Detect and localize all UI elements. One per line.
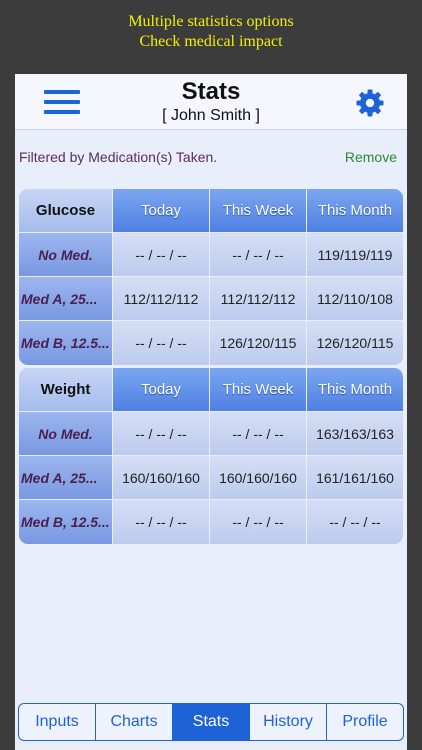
row-label: No Med.: [19, 412, 113, 455]
glucose-stats-table: Glucose Today This Week This Month No Me…: [19, 189, 403, 365]
table-cell: -- / -- / --: [113, 412, 210, 455]
remove-filter-button[interactable]: Remove: [345, 149, 397, 165]
table-cell: -- / -- / --: [210, 233, 307, 276]
table-cell: 112/112/112: [210, 277, 307, 320]
table-cell: 119/119/119: [307, 233, 403, 276]
table-header-row: Glucose Today This Week This Month: [19, 189, 403, 233]
table-row: Med A, 25... 160/160/160 160/160/160 161…: [19, 456, 403, 500]
column-header-today: Today: [113, 189, 210, 232]
column-header-this-month: This Month: [307, 368, 403, 411]
promo-line-1: Multiple statistics options: [128, 13, 294, 30]
table-cell: 160/160/160: [210, 456, 307, 499]
table-cell: -- / -- / --: [113, 500, 210, 544]
user-name: [ John Smith ]: [162, 107, 260, 124]
table-cell: -- / -- / --: [210, 500, 307, 544]
table-row: No Med. -- / -- / -- -- / -- / -- 163/16…: [19, 412, 403, 456]
column-header-today: Today: [113, 368, 210, 411]
table-cell: 126/120/115: [307, 321, 403, 365]
table-row: Med A, 25... 112/112/112 112/112/112 112…: [19, 277, 403, 321]
gear-icon[interactable]: [355, 88, 385, 118]
column-header-this-week: This Week: [210, 189, 307, 232]
row-label: No Med.: [19, 233, 113, 276]
row-label: Med B, 12.5...: [19, 321, 113, 365]
tab-inputs[interactable]: Inputs: [19, 704, 96, 740]
navigation-bar: Stats [ John Smith ]: [15, 74, 407, 130]
tab-charts[interactable]: Charts: [96, 704, 173, 740]
row-label: Med B, 12.5...: [19, 500, 113, 544]
table-cell: -- / -- / --: [307, 500, 403, 544]
tab-stats[interactable]: Stats: [173, 704, 250, 740]
table-cell: 112/112/112: [113, 277, 210, 320]
page-title: Stats: [181, 78, 241, 105]
table-row: No Med. -- / -- / -- -- / -- / -- 119/11…: [19, 233, 403, 277]
tab-profile[interactable]: Profile: [327, 704, 403, 740]
row-label: Med A, 25...: [19, 456, 113, 499]
tab-history[interactable]: History: [250, 704, 327, 740]
table-cell: -- / -- / --: [210, 412, 307, 455]
table-cell: 126/120/115: [210, 321, 307, 365]
table-cell: 160/160/160: [113, 456, 210, 499]
table-cell: -- / -- / --: [113, 321, 210, 365]
table-header-row: Weight Today This Week This Month: [19, 368, 403, 412]
table-cell: -- / -- / --: [113, 233, 210, 276]
promo-line-2: Check medical impact: [139, 33, 283, 50]
promo-caption: Multiple statistics options Check medica…: [0, 12, 422, 52]
table-cell: 112/110/108: [307, 277, 403, 320]
column-header-this-month: This Month: [307, 189, 403, 232]
filter-status-text: Filtered by Medication(s) Taken.: [19, 149, 218, 165]
table-row: Med B, 12.5... -- / -- / -- -- / -- / --…: [19, 500, 403, 544]
table-title: Glucose: [19, 189, 113, 232]
phone-screen: Stats [ John Smith ] Filtered by Medicat…: [15, 74, 407, 750]
column-header-this-week: This Week: [210, 368, 307, 411]
table-title: Weight: [19, 368, 113, 411]
table-cell: 161/161/160: [307, 456, 403, 499]
table-cell: 163/163/163: [307, 412, 403, 455]
row-label: Med A, 25...: [19, 277, 113, 320]
weight-stats-table: Weight Today This Week This Month No Med…: [19, 368, 403, 544]
table-row: Med B, 12.5... -- / -- / -- 126/120/115 …: [19, 321, 403, 365]
bottom-tab-bar: Inputs Charts Stats History Profile: [18, 703, 404, 741]
